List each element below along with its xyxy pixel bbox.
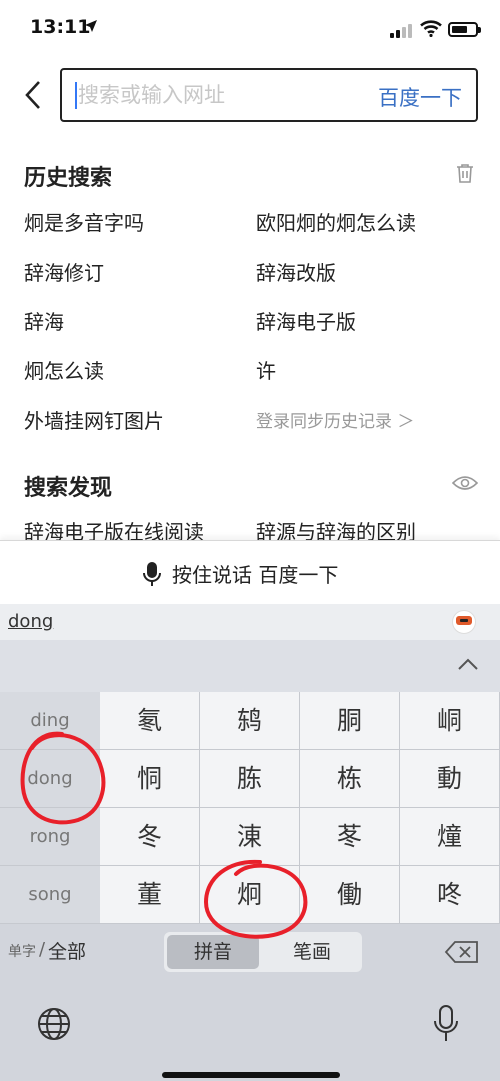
keyboard-bottom-row [0, 980, 500, 1081]
status-bar: 13:11 [0, 0, 500, 58]
voice-search-bar[interactable]: 按住说话 百度一下 [0, 540, 500, 604]
cellular-signal-icon [390, 24, 412, 38]
back-button[interactable] [18, 78, 48, 112]
search-submit-button[interactable]: 百度一下 [378, 82, 462, 112]
history-title: 历史搜索 [24, 166, 113, 191]
candidate-char[interactable]: 動 [400, 750, 500, 808]
search-box[interactable]: 百度一下 [60, 68, 478, 122]
microphone-icon [143, 561, 161, 586]
candidate-char[interactable]: 峒 [400, 692, 500, 750]
composition-bar: dong [0, 604, 500, 640]
history-item[interactable]: 辞海改版 [256, 257, 336, 286]
eye-icon[interactable] [452, 473, 478, 493]
input-mode-switch: 拼音 笔画 [164, 932, 362, 972]
candidate-char[interactable]: 咚 [400, 866, 500, 924]
mode-stroke-tab[interactable]: 笔画 [264, 935, 360, 969]
backspace-icon[interactable] [444, 940, 480, 964]
single-char-toggle[interactable]: 单字 [8, 941, 36, 961]
all-toggle[interactable]: 全部 [48, 937, 86, 964]
pinyin-option[interactable]: ding [0, 692, 100, 750]
location-arrow-icon [85, 20, 97, 32]
battery-icon [448, 22, 481, 37]
candidate-char[interactable]: 苳 [300, 808, 400, 866]
history-item[interactable]: 许 [256, 355, 276, 384]
candidate-char[interactable]: 冬 [100, 808, 200, 866]
search-input[interactable] [78, 80, 358, 110]
candidate-char[interactable]: 炯 [200, 866, 300, 924]
candidate-char[interactable]: 働 [300, 866, 400, 924]
login-sync-link[interactable]: 登录同步历史记录 ＞ [256, 407, 414, 432]
globe-icon[interactable] [36, 1006, 72, 1042]
candidate-char[interactable]: 恫 [100, 750, 200, 808]
candidate-char[interactable]: 胴 [300, 692, 400, 750]
dictation-microphone-icon[interactable] [432, 1004, 460, 1044]
mode-pinyin-tab[interactable]: 拼音 [167, 935, 259, 969]
history-item[interactable]: 辞海 [24, 306, 64, 335]
candidate-grid: ding dong rong song 氡 鸫 胴 峒 恫 胨 栋 動 冬 涷 … [0, 692, 500, 924]
candidate-header [0, 640, 500, 692]
chevron-up-icon[interactable] [456, 656, 480, 672]
candidate-char[interactable]: 涷 [200, 808, 300, 866]
candidate-char[interactable]: 胨 [200, 750, 300, 808]
home-indicator [162, 1072, 340, 1078]
trash-icon[interactable] [454, 162, 476, 184]
wifi-icon [420, 20, 442, 37]
ime-keyboard: dong ding dong rong song 氡 鸫 胴 峒 恫 胨 栋 動… [0, 604, 500, 1081]
discover-title: 搜索发现 [24, 476, 113, 501]
pinyin-options-column: ding dong rong song [0, 692, 100, 924]
separator: / [39, 939, 46, 960]
history-item[interactable]: 欧阳炯的炯怎么读 [256, 207, 416, 236]
keyboard-function-row: 单字 / 全部 拼音 笔画 [0, 924, 500, 980]
candidate-char[interactable]: 董 [100, 866, 200, 924]
ime-logo-icon[interactable] [452, 610, 476, 634]
history-item[interactable]: 炯怎么读 [24, 355, 104, 384]
candidate-char[interactable]: 燑 [400, 808, 500, 866]
history-item[interactable]: 炯是多音字吗 [24, 207, 144, 236]
history-item[interactable]: 辞海电子版 [256, 306, 356, 335]
candidate-char[interactable]: 栋 [300, 750, 400, 808]
status-time: 13:11 [30, 16, 91, 38]
history-item[interactable]: 辞海修订 [24, 257, 104, 286]
candidate-char[interactable]: 氡 [100, 692, 200, 750]
voice-search-label: 按住说话 百度一下 [172, 563, 339, 587]
pinyin-option[interactable]: song [0, 866, 100, 924]
history-item[interactable]: 外墙挂网钉图片 [24, 405, 164, 434]
pinyin-composition: dong [8, 611, 54, 632]
pinyin-option[interactable]: rong [0, 808, 100, 866]
text-cursor [75, 82, 77, 109]
pinyin-option[interactable]: dong [0, 750, 100, 808]
candidate-char[interactable]: 鸫 [200, 692, 300, 750]
